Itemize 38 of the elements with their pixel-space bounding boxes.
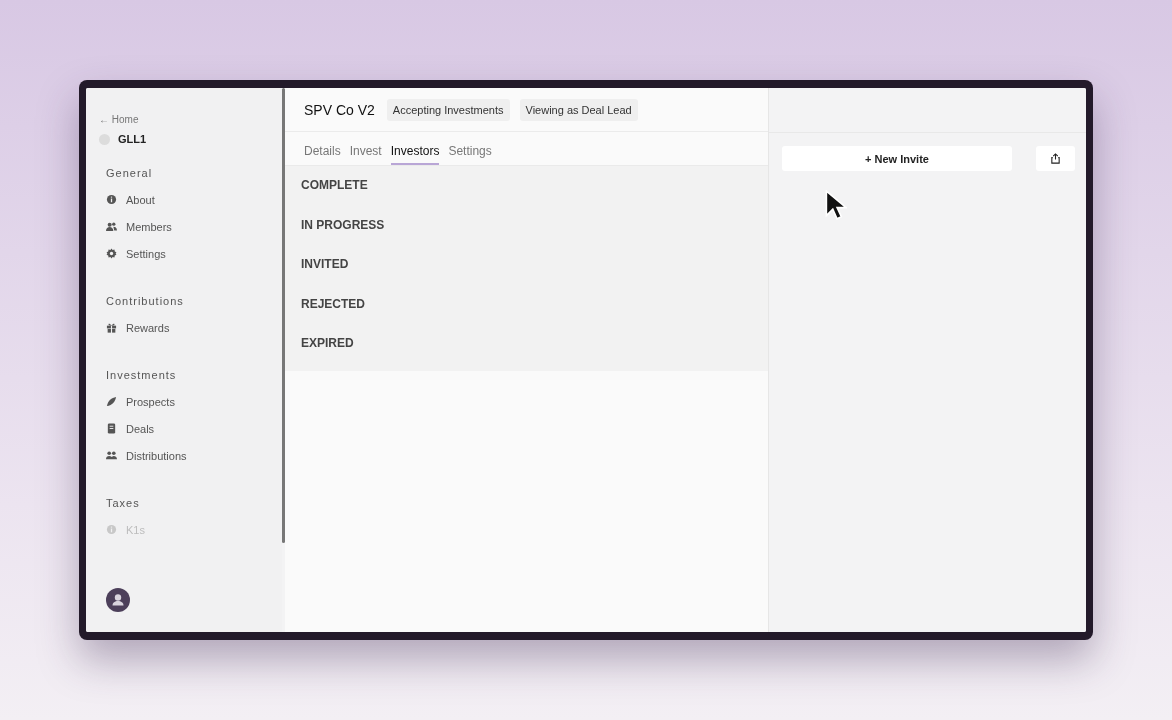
mouse-cursor-icon xyxy=(825,190,847,222)
group-heading[interactable]: EXPIRED xyxy=(301,328,768,368)
group-icon xyxy=(106,450,117,461)
info-icon xyxy=(106,194,117,205)
scrollbar[interactable] xyxy=(282,88,285,543)
group-heading[interactable]: REJECTED xyxy=(301,288,768,329)
people-icon xyxy=(106,221,117,232)
share-button[interactable] xyxy=(1036,146,1075,171)
section-heading: Investments xyxy=(106,369,178,381)
nav-item[interactable]: Deals xyxy=(106,415,282,442)
tab[interactable]: Invest xyxy=(349,144,382,165)
status-badge: Viewing as Deal Lead xyxy=(519,98,638,121)
nav-item[interactable]: Distributions xyxy=(106,442,282,469)
org-name: GLL1 xyxy=(118,133,147,145)
section-heading: General xyxy=(106,167,154,179)
nav-item[interactable]: Settings xyxy=(106,240,282,267)
section-heading: Contributions xyxy=(106,295,185,307)
nav-item[interactable]: About xyxy=(106,186,282,213)
leaf-icon xyxy=(106,396,117,407)
deal-title: SPV Co V2 xyxy=(304,101,375,118)
settings-icon xyxy=(106,248,117,259)
section-heading: Taxes xyxy=(106,497,141,509)
group-heading[interactable]: IN PROGRESS xyxy=(301,209,768,250)
home-link[interactable]: ← Home xyxy=(99,114,282,125)
gift-icon xyxy=(106,322,117,333)
new-invite-button[interactable]: + New Invite xyxy=(782,146,1012,171)
tab[interactable]: Settings xyxy=(448,144,492,165)
tab[interactable]: Details xyxy=(304,144,341,165)
status-badge: Accepting Investments xyxy=(386,98,510,121)
info-icon xyxy=(106,524,117,535)
nav-item[interactable]: Rewards xyxy=(106,314,282,341)
nav-item[interactable]: Prospects xyxy=(106,388,282,415)
nav-item[interactable]: Members xyxy=(106,213,282,240)
group-heading[interactable]: INVITED xyxy=(301,249,768,289)
share-icon xyxy=(1050,153,1061,164)
group-heading[interactable]: COMPLETE xyxy=(301,170,768,210)
user-avatar-icon[interactable] xyxy=(106,588,130,612)
document-icon xyxy=(106,423,117,434)
